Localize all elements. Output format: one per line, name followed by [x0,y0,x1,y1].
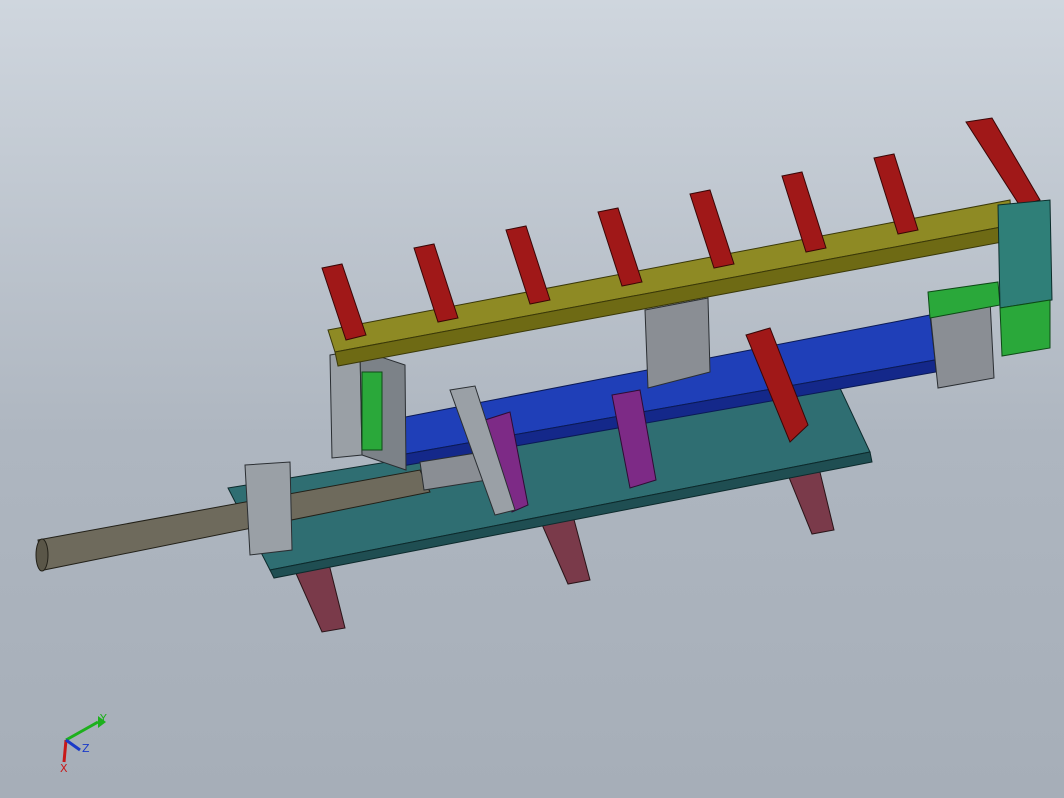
finger-5 [689,189,735,269]
triad-y-axis [65,720,99,742]
finger-1 [321,263,367,341]
left-upright [329,349,407,471]
center-block [644,297,711,389]
triad-z-label: Z [82,742,90,755]
cad-viewport[interactable]: Y X Z [0,0,1064,798]
triad-z-axis [65,738,81,752]
triad-x-label: X [60,762,68,775]
finger-8 [965,117,1041,207]
finger-7 [873,153,919,235]
cad-model-scene[interactable]: Y X Z [0,0,1064,798]
finger-2 [413,243,459,323]
finger-6 [781,171,827,253]
triad-x-axis [62,739,68,763]
finger-3 [505,225,551,305]
triad-y-label: Y [99,712,107,725]
coordinate-triad[interactable]: Y X Z [60,712,107,775]
finger-4 [597,207,643,287]
